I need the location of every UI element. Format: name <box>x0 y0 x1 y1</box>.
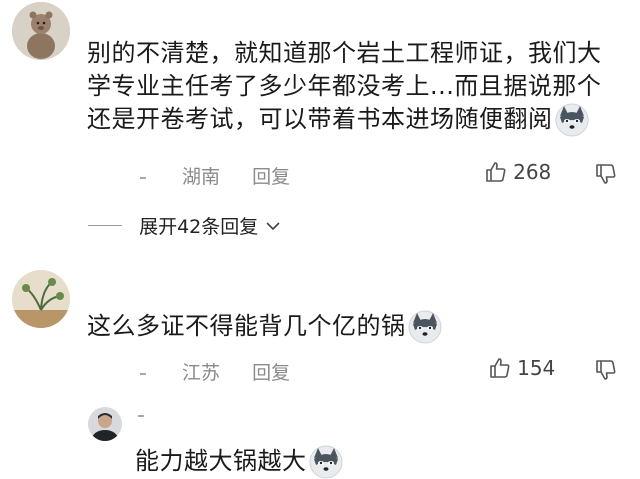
dot-separator <box>140 372 146 375</box>
like-count: 154 <box>517 356 556 380</box>
husky-emoji-icon <box>309 445 343 479</box>
comment-line-text: 能力越大锅越大 <box>135 447 307 475</box>
comment-line-text: 还是开卷考试，可以带着书本进场随便翻阅 <box>87 105 553 133</box>
like-count: 268 <box>513 160 552 184</box>
reply-button[interactable]: 回复 <box>252 362 290 384</box>
thumbs-up-icon <box>490 358 510 378</box>
chevron-down-icon <box>266 221 280 230</box>
dot-separator <box>140 176 146 179</box>
location-label: 江苏 <box>182 362 221 384</box>
plant-avatar-icon <box>12 270 70 328</box>
comment-line: 学专业主任考了多少年都没考上...而且据说那个 <box>87 72 602 100</box>
thumbs-down-icon <box>596 164 616 184</box>
username-placeholder <box>138 415 144 417</box>
dislike-button[interactable] <box>594 162 618 190</box>
comment-line-text: 这么多证不得能背几个亿的锅 <box>87 312 406 340</box>
comment-text: 别的不清楚，就知道那个岩土工程师证，我们大 学专业主任考了多少年都没考上...而… <box>87 37 632 137</box>
expand-replies-label: 展开42条回复 <box>139 216 259 238</box>
reply-button[interactable]: 回复 <box>252 166 290 188</box>
expand-divider <box>88 225 122 226</box>
comment-text: 这么多证不得能背几个亿的锅 <box>87 310 632 344</box>
husky-emoji-icon <box>555 103 589 137</box>
thumbs-down-icon <box>596 360 616 380</box>
comment-text: 能力越大锅越大 <box>135 445 615 479</box>
like-button[interactable]: 154 <box>488 356 555 384</box>
comment-line: 这么多证不得能背几个亿的锅 <box>87 310 632 344</box>
comment-line: 还是开卷考试，可以带着书本进场随便翻阅 <box>87 103 632 137</box>
bear-avatar-icon <box>12 2 70 60</box>
person-avatar-icon <box>88 407 122 441</box>
comment-line: 能力越大锅越大 <box>135 445 615 479</box>
husky-emoji-icon <box>408 310 442 344</box>
comment-meta: 湖南 回复 <box>140 162 340 189</box>
like-button[interactable]: 268 <box>484 160 551 188</box>
location-label: 湖南 <box>182 166 221 188</box>
comment-line: 别的不清楚，就知道那个岩土工程师证，我们大 <box>87 39 602 67</box>
dislike-button[interactable] <box>594 358 618 386</box>
avatar[interactable] <box>88 407 122 441</box>
expand-replies[interactable]: 展开42条回复 <box>88 212 281 238</box>
avatar[interactable] <box>12 270 70 328</box>
thumbs-up-icon <box>486 162 506 182</box>
avatar[interactable] <box>12 2 70 60</box>
comment-meta: 江苏 回复 <box>140 358 340 385</box>
